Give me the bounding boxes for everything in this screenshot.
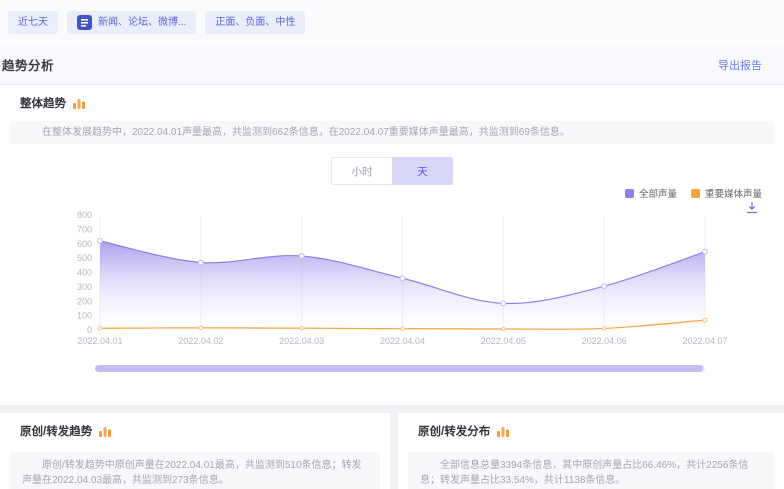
trend-chart-icon bbox=[496, 424, 510, 438]
datazoom-track bbox=[95, 365, 705, 372]
svg-text:400: 400 bbox=[77, 268, 92, 278]
svg-text:2022.04.06: 2022.04.06 bbox=[582, 336, 627, 346]
legend-label-media: 重要媒体声量 bbox=[705, 186, 762, 200]
toggle-hour-button[interactable]: 小时 bbox=[331, 157, 392, 185]
svg-text:2022.04.05: 2022.04.05 bbox=[481, 336, 526, 346]
origin-repost-trend-card: 原创/转发趋势 原创/转发趋势中原创声量在2022.04.01最高，共监测到51… bbox=[0, 413, 390, 489]
legend-item-media[interactable]: 重要媒体声量 bbox=[691, 186, 762, 200]
origin-trend-summary: 原创/转发趋势中原创声量在2022.04.01最高，共监测到510条信息；转发声… bbox=[10, 452, 380, 489]
filter-chip-sources[interactable]: 新闻、论坛、微博... bbox=[67, 11, 196, 34]
svg-text:600: 600 bbox=[77, 239, 92, 249]
svg-text:700: 700 bbox=[77, 224, 92, 234]
bottom-cards-row: 原创/转发趋势 原创/转发趋势中原创声量在2022.04.01最高，共监测到51… bbox=[0, 413, 784, 489]
origin-distribution-title: 原创/转发分布 bbox=[418, 423, 490, 439]
svg-text:300: 300 bbox=[77, 282, 92, 292]
datazoom-slider[interactable] bbox=[95, 365, 703, 372]
chart-legend: 全部声量 重要媒体声量 bbox=[625, 186, 762, 200]
filter-chip-sentiment[interactable]: 正面、负面、中性 bbox=[205, 11, 305, 34]
export-report-link[interactable]: 导出报告 bbox=[718, 57, 762, 73]
svg-text:2022.04.07: 2022.04.07 bbox=[682, 336, 727, 346]
origin-distribution-summary: 全部信息总量3394条信息，其中原创声量占比66.46%，共计2256条信息；转… bbox=[408, 452, 774, 489]
svg-text:0: 0 bbox=[87, 325, 92, 335]
svg-text:2022.04.01: 2022.04.01 bbox=[77, 336, 122, 346]
granularity-toggle: 小时 天 bbox=[0, 157, 784, 185]
filter-chip-label: 新闻、论坛、微博... bbox=[98, 11, 186, 34]
overall-trend-card: 整体趋势 在整体发展趋势中，2022.04.01声量最高，共监测到662条信息，… bbox=[0, 85, 784, 405]
svg-text:100: 100 bbox=[77, 311, 92, 321]
legend-item-total[interactable]: 全部声量 bbox=[625, 186, 677, 200]
source-icon bbox=[77, 15, 92, 30]
overall-trend-title-row: 整体趋势 bbox=[20, 95, 86, 111]
filter-chip-daterange[interactable]: 近七天 bbox=[8, 11, 58, 34]
trend-area-chart[interactable]: 0 100 200 300 400 500 600 700 800 2022.04.01 2022.… bbox=[0, 203, 784, 353]
svg-text:2022.04.04: 2022.04.04 bbox=[380, 336, 425, 346]
origin-distribution-title-row: 原创/转发分布 bbox=[418, 423, 510, 439]
page: 近七天 新闻、论坛、微博... 正面、负面、中性 趋势分析 导出报告 整体趋势 bbox=[0, 0, 784, 489]
overall-summary-text: 在整体发展趋势中，2022.04.01声量最高，共监测到662条信息，在2022… bbox=[10, 121, 774, 144]
filter-chip-label: 正面、负面、中性 bbox=[215, 11, 295, 34]
svg-text:2022.04.03: 2022.04.03 bbox=[279, 336, 324, 346]
trend-chart-icon bbox=[72, 96, 86, 110]
origin-trend-title-row: 原创/转发趋势 bbox=[20, 423, 112, 439]
page-title: 趋势分析 bbox=[2, 55, 54, 74]
trend-chart-icon bbox=[98, 424, 112, 438]
svg-text:200: 200 bbox=[77, 296, 92, 306]
svg-text:2022.04.02: 2022.04.02 bbox=[178, 336, 223, 346]
legend-label-total: 全部声量 bbox=[639, 186, 677, 200]
overall-trend-title: 整体趋势 bbox=[20, 95, 66, 111]
filter-chip-label: 近七天 bbox=[18, 11, 48, 34]
origin-repost-distribution-card: 原创/转发分布 全部信息总量3394条信息，其中原创声量占比66.46%，共计2… bbox=[398, 413, 784, 489]
legend-swatch-media bbox=[691, 189, 700, 198]
legend-swatch-total bbox=[625, 189, 634, 198]
filters-row: 近七天 新闻、论坛、微博... 正面、负面、中性 bbox=[0, 0, 784, 45]
svg-text:500: 500 bbox=[77, 253, 92, 263]
toggle-day-button[interactable]: 天 bbox=[392, 157, 453, 185]
section-header: 趋势分析 导出报告 bbox=[0, 45, 784, 85]
origin-trend-title: 原创/转发趋势 bbox=[20, 423, 92, 439]
svg-text:800: 800 bbox=[77, 210, 92, 220]
